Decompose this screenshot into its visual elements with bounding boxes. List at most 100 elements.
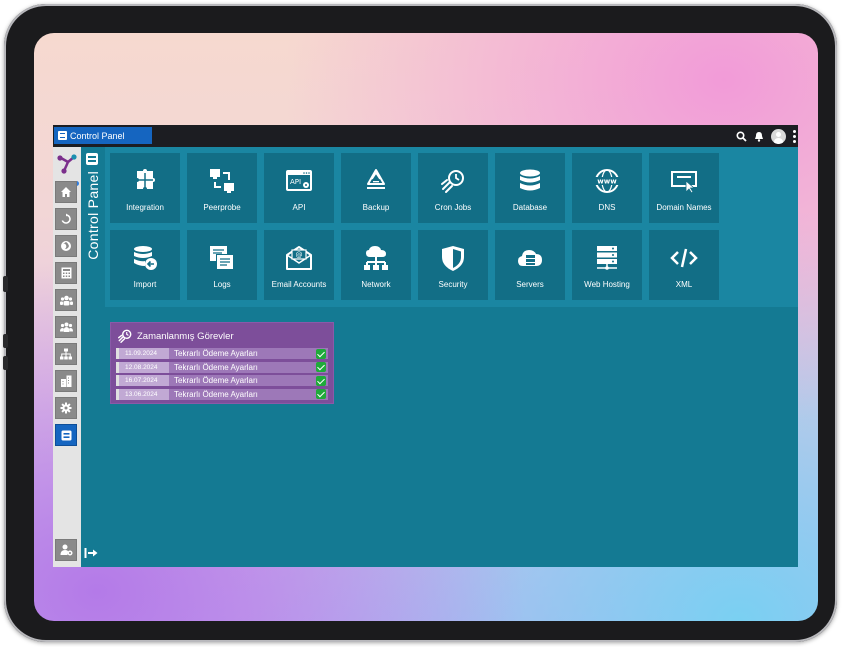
calculator-icon bbox=[61, 267, 71, 279]
gear-icon bbox=[60, 402, 72, 414]
tile-label: Import bbox=[133, 280, 157, 289]
cron-jobs-icon bbox=[441, 170, 464, 193]
tile-domain-names[interactable]: Domain Names bbox=[649, 153, 719, 223]
scheduled-tasks-widget: Zamanlanmış Görevler 11.09.2024 Tekrarlı… bbox=[110, 322, 334, 404]
tile-security[interactable]: Security bbox=[418, 230, 488, 300]
page-title: Control Panel bbox=[85, 171, 101, 260]
control-panel-app: Control Panel Control Panel Integration … bbox=[53, 125, 798, 567]
tile-database[interactable]: Database bbox=[495, 153, 565, 223]
sidebar-item-home[interactable] bbox=[55, 181, 77, 203]
tab-label: Control Panel bbox=[70, 130, 125, 141]
domain-names-icon bbox=[671, 171, 697, 194]
svg-text:@: @ bbox=[296, 251, 303, 259]
tile-label: Security bbox=[438, 280, 468, 289]
tile-label: Database bbox=[512, 203, 548, 212]
sync-icon bbox=[61, 213, 71, 224]
sidebar-item-hierarchy[interactable] bbox=[55, 343, 77, 365]
task-row[interactable]: 13.06.2024 Tekrarlı Ödeme Ayarları bbox=[116, 388, 328, 400]
task-row[interactable]: 12.08.2024 Tekrarlı Ödeme Ayarları bbox=[116, 361, 328, 373]
tile-servers[interactable]: Servers bbox=[495, 230, 565, 300]
backup-icon bbox=[367, 169, 385, 189]
tile-import[interactable]: Import bbox=[110, 230, 180, 300]
building-icon bbox=[61, 375, 72, 387]
sidebar-item-user-settings[interactable] bbox=[55, 539, 77, 561]
tile-logs[interactable]: Logs bbox=[187, 230, 257, 300]
task-row[interactable]: 11.09.2024 Tekrarlı Ödeme Ayarları bbox=[116, 348, 328, 359]
database-icon bbox=[520, 169, 540, 191]
sidebar-item-calculator[interactable] bbox=[55, 262, 77, 284]
tile-api[interactable]: API API bbox=[264, 153, 334, 223]
widget-header: Zamanlanmış Görevler bbox=[117, 328, 234, 344]
sidebar-item-team[interactable] bbox=[55, 316, 77, 338]
server-rack-icon bbox=[597, 246, 617, 270]
peerprobe-icon bbox=[210, 169, 234, 193]
users-icon bbox=[59, 295, 73, 305]
tile-web-hosting[interactable]: Web Hosting bbox=[572, 230, 642, 300]
control-panel-icon bbox=[86, 153, 98, 165]
tile-xml[interactable]: XML bbox=[649, 230, 719, 300]
task-name: Tekrarlı Ödeme Ayarları bbox=[174, 376, 258, 385]
tablet-button bbox=[3, 356, 8, 370]
sidebar-item-buildings[interactable] bbox=[55, 370, 77, 392]
integration-icon bbox=[137, 169, 155, 189]
tile-label: Peerprobe bbox=[203, 203, 241, 212]
logout-icon[interactable] bbox=[84, 546, 98, 564]
dns-icon: www bbox=[594, 169, 620, 193]
home-icon bbox=[61, 187, 71, 197]
check-icon bbox=[316, 362, 326, 372]
control-panel-icon bbox=[58, 131, 67, 140]
sidebar-item-globe[interactable] bbox=[55, 235, 77, 257]
tile-label: Web Hosting bbox=[584, 280, 630, 289]
control-panel-icon bbox=[61, 430, 71, 440]
more-menu-icon[interactable] bbox=[793, 129, 796, 143]
task-date: 16.07.2024 bbox=[119, 375, 169, 386]
sidebar-item-users[interactable] bbox=[55, 289, 77, 311]
svg-text:www: www bbox=[597, 178, 617, 186]
left-sidebar bbox=[53, 147, 81, 567]
api-icon: API bbox=[286, 170, 312, 191]
tablet-frame: Control Panel Control Panel Integration … bbox=[3, 4, 837, 642]
tile-label: Backup bbox=[362, 203, 390, 212]
logs-icon bbox=[210, 246, 234, 270]
tablet-screen: Control Panel Control Panel Integration … bbox=[34, 33, 818, 621]
tile-label: Logs bbox=[213, 280, 231, 289]
tile-label: API bbox=[292, 203, 306, 212]
tile-label: XML bbox=[675, 280, 693, 289]
sidebar-item-settings[interactable] bbox=[55, 397, 77, 419]
tile-email-accounts[interactable]: @ Email Accounts bbox=[264, 230, 334, 300]
tile-peerprobe[interactable]: Peerprobe bbox=[187, 153, 257, 223]
search-icon[interactable] bbox=[736, 130, 747, 142]
user-settings-icon bbox=[60, 544, 72, 556]
app-logo[interactable] bbox=[56, 153, 78, 175]
network-icon bbox=[364, 246, 388, 270]
tablet-button bbox=[3, 334, 8, 348]
tile-integration[interactable]: Integration bbox=[110, 153, 180, 223]
tile-label: DNS bbox=[598, 203, 616, 212]
tab-control-panel[interactable]: Control Panel bbox=[54, 127, 152, 144]
shield-icon bbox=[442, 246, 464, 271]
tile-label: Integration bbox=[126, 203, 164, 212]
top-bar: Control Panel bbox=[53, 125, 798, 147]
sidebar-item-sync[interactable] bbox=[55, 208, 77, 230]
tile-dns[interactable]: www DNS bbox=[572, 153, 642, 223]
team-icon bbox=[59, 322, 73, 332]
top-bar-actions bbox=[736, 125, 798, 147]
task-row[interactable]: 16.07.2024 Tekrarlı Ödeme Ayarları bbox=[116, 375, 328, 386]
user-avatar[interactable] bbox=[771, 128, 786, 144]
task-date: 11.09.2024 bbox=[119, 348, 169, 359]
task-date: 12.08.2024 bbox=[119, 361, 169, 373]
task-date: 13.06.2024 bbox=[119, 388, 169, 400]
bell-icon[interactable] bbox=[754, 131, 764, 142]
sitemap-icon bbox=[60, 348, 72, 360]
task-name: Tekrarlı Ödeme Ayarları bbox=[174, 362, 258, 372]
panel-title-strip: Control Panel bbox=[81, 147, 105, 567]
tile-cron-jobs[interactable]: Cron Jobs bbox=[418, 153, 488, 223]
svg-text:API: API bbox=[290, 178, 301, 186]
task-name: Tekrarlı Ödeme Ayarları bbox=[174, 349, 258, 358]
tile-label: Servers bbox=[516, 280, 544, 289]
import-icon bbox=[134, 246, 157, 270]
tile-backup[interactable]: Backup bbox=[341, 153, 411, 223]
tile-label: Email Accounts bbox=[271, 280, 327, 289]
tile-network[interactable]: Network bbox=[341, 230, 411, 300]
sidebar-item-control-panel[interactable] bbox=[55, 424, 77, 446]
